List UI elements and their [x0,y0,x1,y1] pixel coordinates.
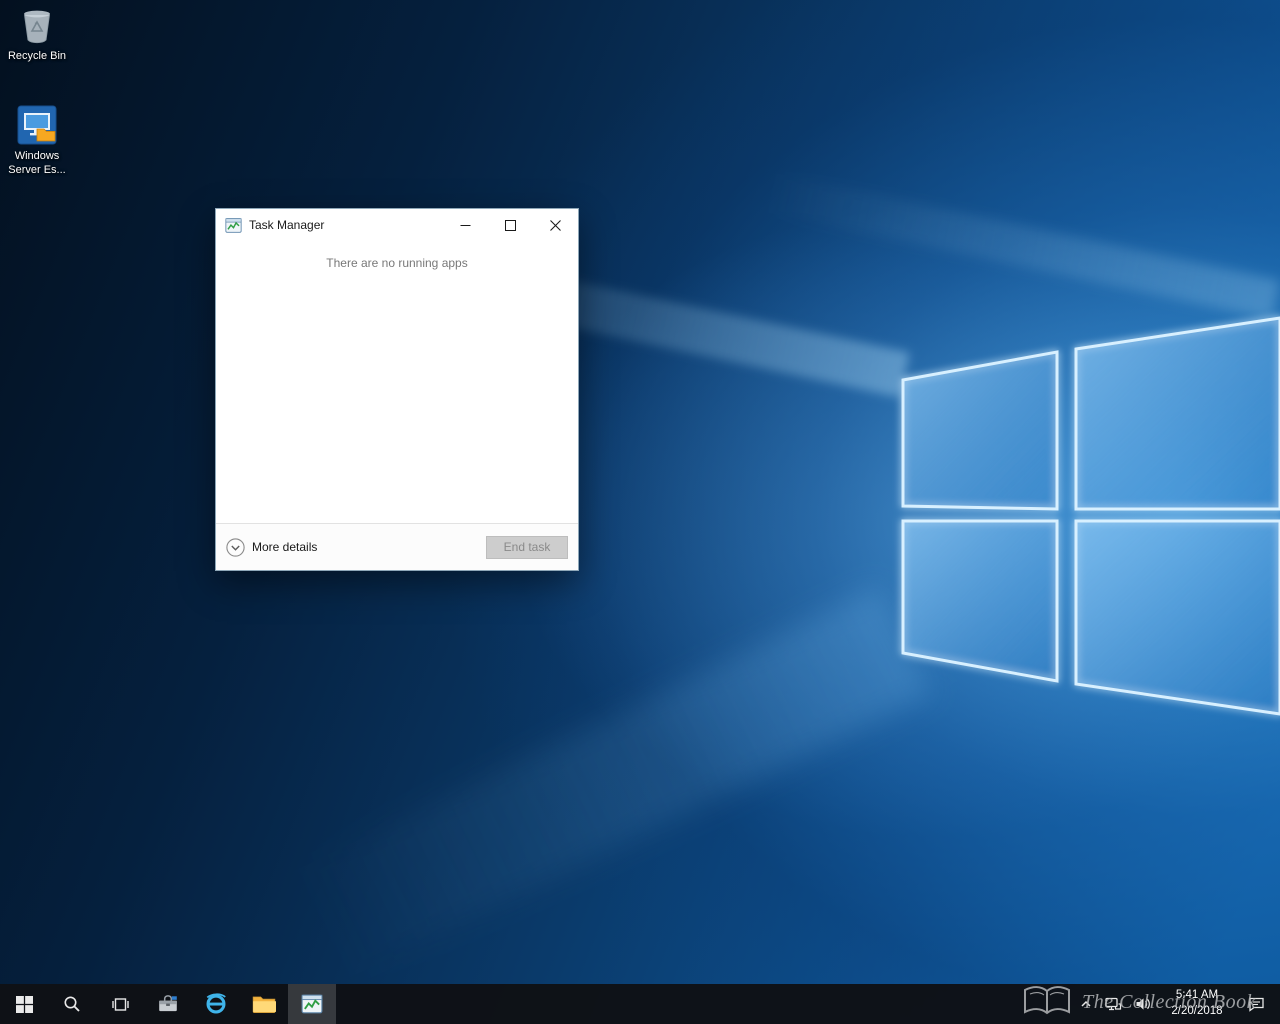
file-explorer-icon [252,994,276,1014]
windows-logo-wallpaper-panes [0,0,1280,1024]
window-controls [443,209,578,241]
clock-date: 2/20/2018 [1158,1004,1236,1020]
more-details-label: More details [252,540,317,554]
internet-explorer-button[interactable] [192,984,240,1024]
taskbar-clock[interactable]: 5:41 AM 2/20/2018 [1158,988,1236,1019]
internet-explorer-icon [204,992,228,1016]
task-manager-body: There are no running apps [216,241,578,523]
windows-server-essentials-icon [16,104,58,146]
system-tray: 5:41 AM 2/20/2018 [1074,984,1280,1024]
network-tray-button[interactable] [1098,984,1128,1024]
task-view-icon [111,995,130,1014]
clock-time: 5:41 AM [1158,988,1236,1004]
desktop-icon-windows-server-essentials[interactable]: Windows Server Es... [0,104,74,178]
desktop: Recycle Bin Windows Server Es... Task Ma… [0,0,1280,1024]
desktop-icon-label: Windows Server Es... [8,149,65,178]
task-manager-footer: More details End task [216,523,578,570]
task-manager-window: Task Manager [215,208,579,571]
recycle-bin-icon [18,6,56,46]
minimize-icon [460,220,471,231]
close-button[interactable] [533,209,578,241]
speaker-icon [1135,997,1151,1011]
taskbar: 5:41 AM 2/20/2018 [0,984,1280,1024]
server-manager-icon [157,993,179,1015]
desktop-wallpaper [0,0,1280,1024]
more-details-toggle[interactable]: More details [226,538,317,557]
server-manager-button[interactable] [144,984,192,1024]
action-center-button[interactable] [1236,984,1276,1024]
task-manager-icon [225,217,242,234]
chevron-down-circle-icon [226,538,245,557]
action-center-icon [1248,996,1265,1012]
task-view-button[interactable] [96,984,144,1024]
search-button[interactable] [48,984,96,1024]
task-manager-icon [301,993,323,1015]
start-button[interactable] [0,984,48,1024]
minimize-button[interactable] [443,209,488,241]
end-task-button[interactable]: End task [486,536,568,559]
titlebar[interactable]: Task Manager [216,209,578,241]
volume-tray-button[interactable] [1128,984,1158,1024]
chevron-up-icon [1080,999,1092,1009]
network-icon [1104,996,1122,1012]
no-running-apps-message: There are no running apps [216,256,578,270]
search-icon [63,995,81,1013]
windows-logo-icon [16,996,33,1013]
show-hidden-icons-button[interactable] [1074,984,1098,1024]
task-manager-taskbar-button[interactable] [288,984,336,1024]
desktop-icon-recycle-bin[interactable]: Recycle Bin [0,6,74,63]
close-icon [550,220,561,231]
desktop-icon-label: Recycle Bin [8,49,66,63]
maximize-button[interactable] [488,209,533,241]
maximize-icon [505,220,516,231]
file-explorer-button[interactable] [240,984,288,1024]
window-title: Task Manager [249,218,436,232]
